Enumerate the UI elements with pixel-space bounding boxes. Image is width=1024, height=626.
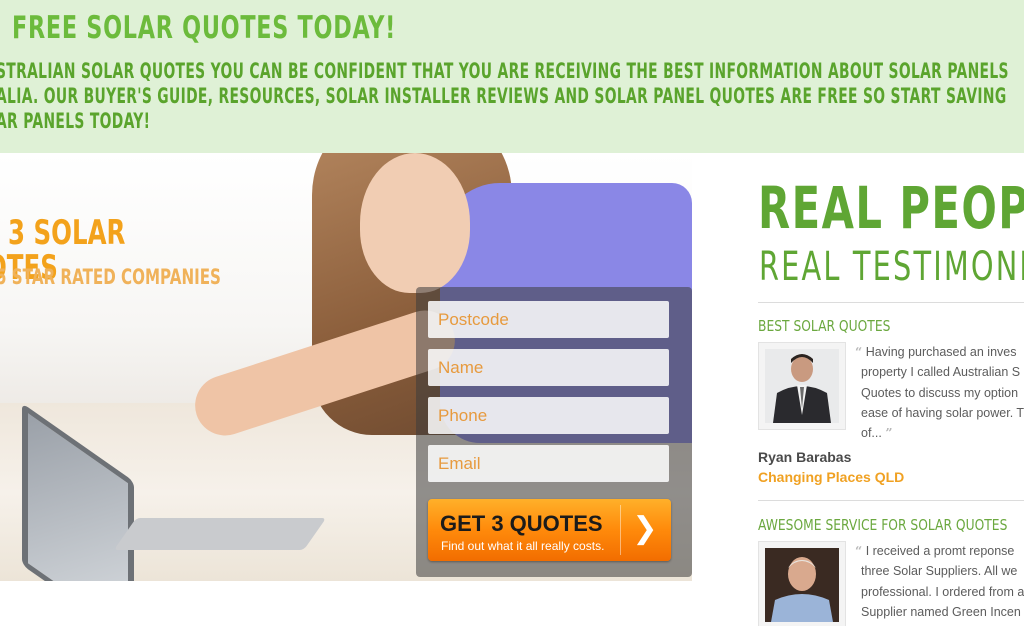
banner-text-line-1: STRALIAN SOLAR QUOTES YOU CAN BE CONFIDE… <box>0 59 1009 83</box>
quote-line: Supplier named Green Incen <box>861 604 1021 619</box>
testimonial-photo <box>758 541 846 626</box>
quote-line: I received a promt reponse <box>865 544 1015 558</box>
button-divider <box>620 505 621 555</box>
divider <box>758 302 1024 303</box>
testimonial-company[interactable]: Changing Places QLD <box>758 469 904 485</box>
avatar <box>765 548 839 622</box>
get-quotes-sublabel: Find out what it all really costs. <box>441 539 605 553</box>
quote-line: Having purchased an inves <box>865 345 1017 359</box>
testimonial-author: Ryan Barabas <box>758 449 852 465</box>
banner-text-line-2: ALIA. OUR BUYER'S GUIDE, RESOURCES, SOLA… <box>0 84 1007 108</box>
testimonial-heading: BEST SOLAR QUOTES <box>758 317 891 335</box>
divider <box>758 500 1024 501</box>
testimonials-subtitle: REAL TESTIMONIA <box>759 244 1024 290</box>
postcode-input[interactable] <box>428 301 669 338</box>
hero-subheadline: 5 STAR RATED COMPANIES <box>0 265 221 289</box>
testimonial-photo <box>758 342 846 430</box>
quote-line: of... <box>861 426 882 441</box>
testimonials-section: REAL PEOPLE REAL TESTIMONIA BEST SOLAR Q… <box>758 170 1024 626</box>
testimonial-quote: “ Having purchased an inves property I c… <box>855 342 1024 443</box>
name-input[interactable] <box>428 349 669 386</box>
quote-line: professional. I ordered from a <box>861 584 1024 599</box>
open-quote-icon: “ <box>855 543 863 558</box>
chevron-right-icon: ❯ <box>632 511 658 546</box>
laptop-base-image <box>113 518 327 550</box>
quote-line: three Solar Suppliers. All we <box>861 564 1018 579</box>
phone-input[interactable] <box>428 397 669 434</box>
testimonial-heading: AWESOME SERVICE FOR SOLAR QUOTES <box>758 516 1008 534</box>
hero-person-face <box>360 153 470 293</box>
hero-headline: 3 SOLAR <box>8 213 126 253</box>
quote-line: property I called Australian S <box>861 365 1021 380</box>
open-quote-icon: “ <box>855 344 863 359</box>
close-quote-icon: ” <box>885 425 893 441</box>
banner-text-line-3: AR PANELS TODAY! <box>0 109 151 133</box>
quote-line: Quotes to discuss my option <box>861 385 1019 400</box>
intro-banner: FREE SOLAR QUOTES TODAY! STRALIAN SOLAR … <box>0 0 1024 153</box>
get-quotes-button[interactable]: GET 3 QUOTES Find out what it all really… <box>428 499 671 561</box>
testimonials-title: REAL PEOPLE <box>758 174 1024 242</box>
testimonial-quote: “ I received a promt reponse three Solar… <box>855 541 1024 622</box>
quote-request-form: GET 3 QUOTES Find out what it all really… <box>416 287 692 577</box>
banner-title: FREE SOLAR QUOTES TODAY! <box>12 10 397 46</box>
quote-line: ease of having solar power. T <box>861 405 1024 420</box>
email-input[interactable] <box>428 445 669 482</box>
get-quotes-label: GET 3 QUOTES <box>440 511 603 536</box>
avatar <box>765 349 839 423</box>
